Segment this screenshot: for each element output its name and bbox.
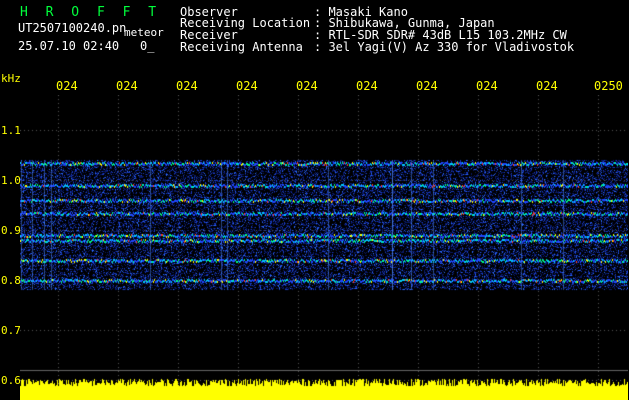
frequency-tick: 1.1 bbox=[1, 124, 21, 137]
frequency-tick: 0.9 bbox=[1, 224, 21, 237]
time-tick: 0250 bbox=[594, 79, 623, 93]
time-tick: 024 bbox=[536, 79, 558, 93]
time-tick: 024 bbox=[476, 79, 498, 93]
time-tick: 024 bbox=[416, 79, 438, 93]
info-value-antenna: : 3el Yagi(V) Az 330 for Vladivostok bbox=[314, 40, 575, 54]
frequency-tick: 1.0 bbox=[1, 174, 21, 187]
frequency-tick: 0.7 bbox=[1, 324, 21, 337]
mode-label: meteor bbox=[124, 26, 164, 39]
info-label-antenna: Receiving Antenna bbox=[180, 40, 303, 54]
time-tick: 024 bbox=[176, 79, 198, 93]
time-tick: 024 bbox=[236, 79, 258, 93]
spectrogram-canvas bbox=[20, 95, 628, 400]
time-tick: 024 bbox=[296, 79, 318, 93]
spectrogram-plot bbox=[20, 95, 628, 400]
app-title: H R O F F T bbox=[20, 5, 162, 20]
frequency-tick: 0.8 bbox=[1, 274, 21, 287]
extra-label: 0_ bbox=[140, 39, 155, 53]
datetime-label: 25.07.10 02:40 bbox=[18, 39, 120, 53]
frequency-unit-label: kHz bbox=[1, 72, 21, 85]
time-tick: 024 bbox=[356, 79, 378, 93]
time-tick: 024 bbox=[56, 79, 78, 93]
filename-label: UT2507100240.pn bbox=[18, 21, 127, 35]
frequency-tick: 0.6 bbox=[1, 374, 21, 387]
time-tick: 024 bbox=[116, 79, 138, 93]
